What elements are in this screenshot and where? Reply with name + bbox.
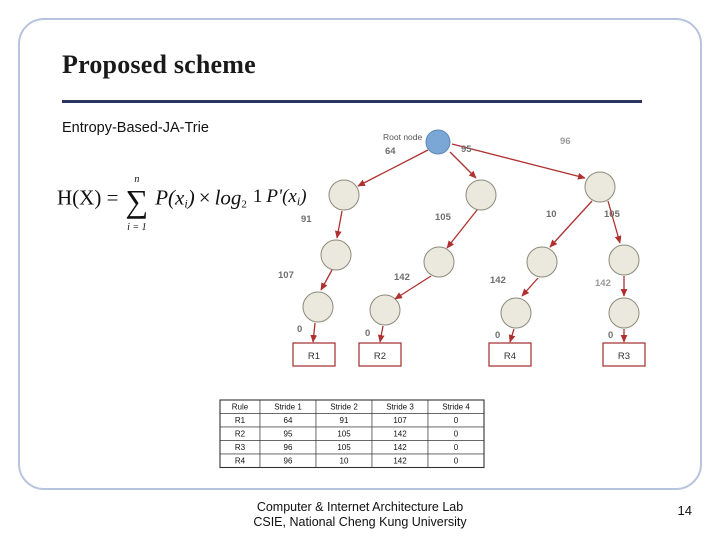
page-title: Proposed scheme xyxy=(62,50,256,79)
table-cell-text: 0 xyxy=(454,443,459,452)
table-cell-text: 0 xyxy=(454,457,459,466)
svg-text:105: 105 xyxy=(604,209,621,220)
trie-figure: Root node 64 95 96 91 105 10 105 107 142… xyxy=(200,120,680,490)
table-cell-text: R2 xyxy=(235,430,246,439)
svg-text:91: 91 xyxy=(301,214,312,225)
svg-text:0: 0 xyxy=(365,328,370,339)
table-cell-text: 0 xyxy=(454,416,459,425)
summation: n ∑ i = 1 xyxy=(125,169,148,235)
table-cell-text: 91 xyxy=(340,416,349,425)
sum-lower-limit: i = 1 xyxy=(127,222,147,233)
table-cell-text: Stride 1 xyxy=(274,403,302,412)
table-cell-text: 95 xyxy=(284,430,293,439)
svg-text:R3: R3 xyxy=(618,351,630,362)
table-cell-text: 0 xyxy=(454,430,459,439)
svg-text:10: 10 xyxy=(546,209,557,220)
svg-text:R1: R1 xyxy=(308,351,320,362)
svg-text:142: 142 xyxy=(394,272,410,283)
footer-line-1: Computer & Internet Architecture Lab xyxy=(256,500,464,514)
table-cell-text: 96 xyxy=(284,443,293,452)
svg-text:142: 142 xyxy=(595,278,611,289)
formula-term-close: ) xyxy=(187,185,195,210)
table-cell-text: 142 xyxy=(393,443,407,452)
table-cell-text: R1 xyxy=(235,416,246,425)
sum-symbol: ∑ xyxy=(125,183,149,219)
svg-text:105: 105 xyxy=(435,212,452,223)
table-cell-text: Stride 2 xyxy=(330,403,358,412)
subtitle: Entropy-Based-JA-Trie xyxy=(62,120,209,136)
table-cell-text: 10 xyxy=(340,457,349,466)
svg-text:107: 107 xyxy=(278,270,294,281)
footer-line-2: CSIE, National Cheng Kung University xyxy=(253,515,467,529)
svg-text:0: 0 xyxy=(297,324,302,335)
page-number: 14 xyxy=(677,503,692,518)
svg-text:95: 95 xyxy=(461,144,472,155)
table-cell-text: 105 xyxy=(337,443,351,452)
footer: Computer & Internet Architecture Lab CSI… xyxy=(0,500,720,530)
table-cell-text: Stride 3 xyxy=(386,403,414,412)
table-cell-text: 142 xyxy=(393,457,407,466)
table-cell-text: 105 xyxy=(337,430,351,439)
table-cell-text: 96 xyxy=(284,457,293,466)
svg-text:Root node: Root node xyxy=(383,132,422,142)
table-cell-text: 142 xyxy=(393,430,407,439)
table-cell-text: Stride 4 xyxy=(442,403,470,412)
formula-lhs: H(X) = xyxy=(57,185,119,210)
title-divider xyxy=(62,100,642,103)
svg-text:0: 0 xyxy=(495,330,500,341)
table-cell-text: 107 xyxy=(393,416,407,425)
svg-text:96: 96 xyxy=(560,136,571,147)
svg-text:R4: R4 xyxy=(504,351,516,362)
svg-text:64: 64 xyxy=(385,146,396,157)
table-cell-text: Rule xyxy=(232,403,249,412)
svg-text:R2: R2 xyxy=(374,351,386,362)
table-cell-text: R4 xyxy=(235,457,246,466)
svg-text:142: 142 xyxy=(490,275,506,286)
formula-term: P(x xyxy=(155,185,185,210)
svg-text:0: 0 xyxy=(608,330,613,341)
table-cell-text: 64 xyxy=(284,416,293,425)
table-cell-text: R3 xyxy=(235,443,246,452)
